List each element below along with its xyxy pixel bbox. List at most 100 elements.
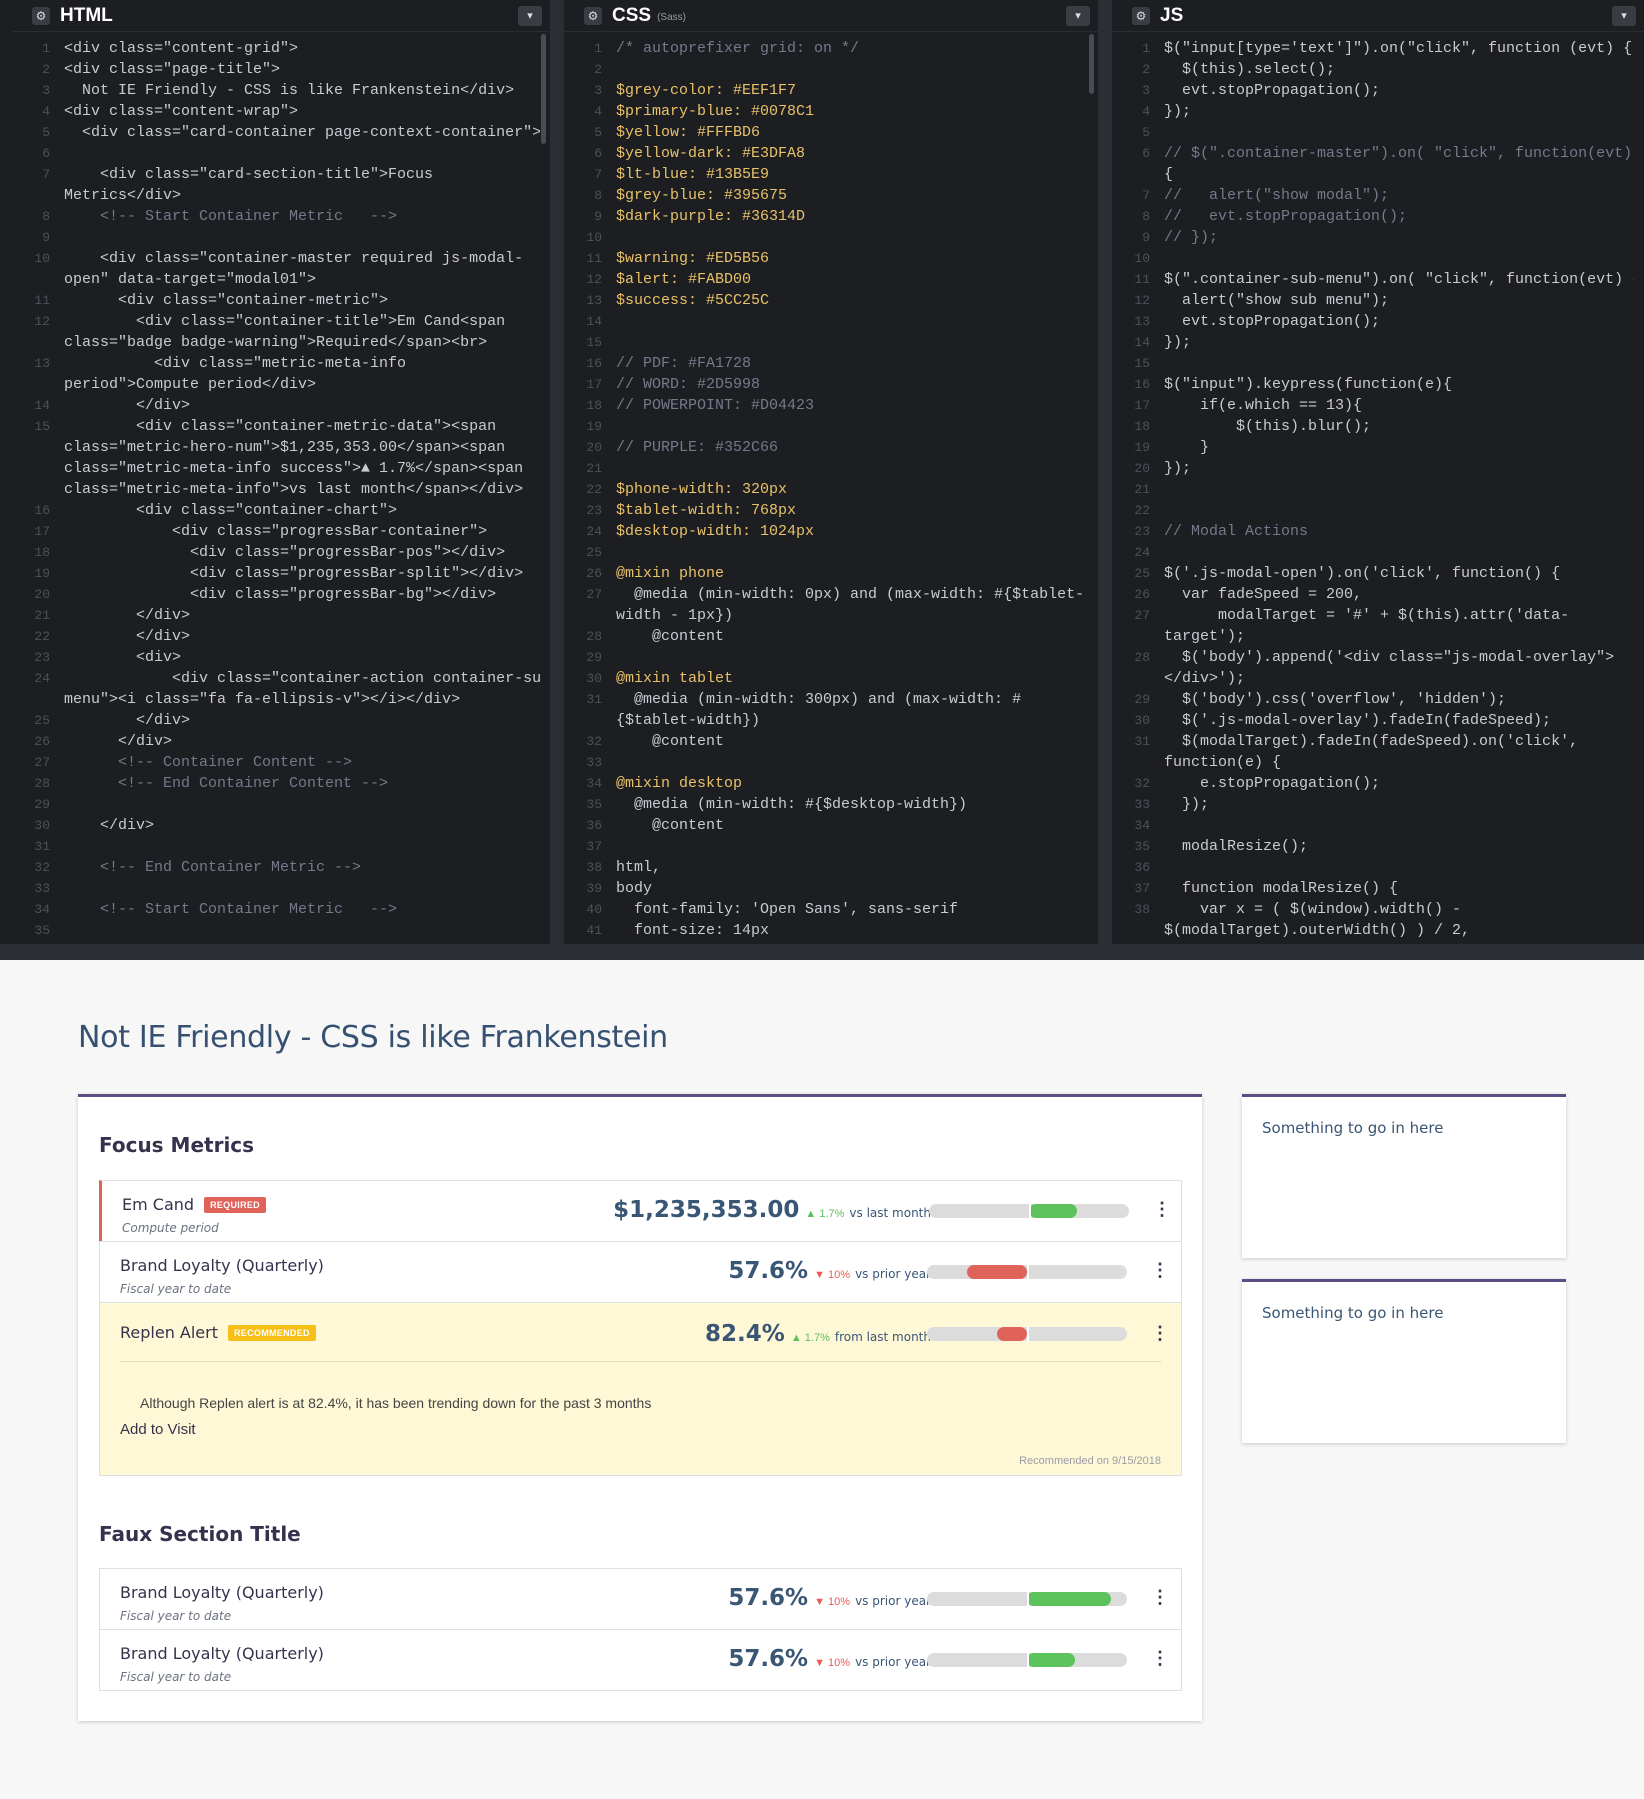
code-line[interactable]: }: [1164, 437, 1634, 458]
chevron-down-icon[interactable]: ▾: [518, 5, 542, 26]
metric-row-brand-loyalty[interactable]: Brand Loyalty (Quarterly) Fiscal year to…: [99, 1568, 1182, 1630]
code-line[interactable]: @mixin tablet: [616, 668, 1088, 689]
code-line[interactable]: // $(".container-master").on( "click", f…: [1164, 143, 1634, 164]
code-line[interactable]: $("input").keypress(function(e){: [1164, 374, 1634, 395]
code-line[interactable]: <div class="page-title">: [64, 59, 540, 80]
code-line[interactable]: <div class="container-metric-data"><span: [64, 416, 540, 437]
code-line[interactable]: @media (min-width: 300px) and (max-width…: [616, 689, 1088, 710]
code-line[interactable]: });: [1164, 101, 1634, 122]
html-editor-pane[interactable]: ⚙ HTML ▾ 1 <div class="content-grid"> 2 <di…: [12, 0, 550, 944]
code-line[interactable]: $('.js-modal-overlay').fadeIn(fadeSpeed)…: [1164, 710, 1634, 731]
code-line[interactable]: $tablet-width: 768px: [616, 500, 1088, 521]
code-line[interactable]: modalTarget = '#' + $(this).attr('data-: [1164, 605, 1634, 626]
code-line[interactable]: @content: [616, 626, 1088, 647]
code-line[interactable]: <!-- End Container Content -->: [64, 773, 540, 794]
ellipsis-v-icon[interactable]: ⋮: [1151, 1648, 1169, 1669]
code-line[interactable]: <div class="progressBar-bg"></div>: [64, 584, 540, 605]
metric-row-em-cand[interactable]: Em Cand REQUIRED Compute period $1,235,3…: [99, 1180, 1182, 1242]
code-line[interactable]: <div class="progressBar-split"></div>: [64, 563, 540, 584]
code-line[interactable]: $lt-blue: #13B5E9: [616, 164, 1088, 185]
code-line[interactable]: <div class="progressBar-pos"></div>: [64, 542, 540, 563]
code-line[interactable]: alert("show sub menu");: [1164, 290, 1634, 311]
chevron-down-icon[interactable]: ▾: [1612, 5, 1636, 26]
js-code-area[interactable]: 1 $("input[type='text']").on("click", fun…: [1112, 38, 1634, 944]
code-line[interactable]: $yellow: #FFFBD6: [616, 122, 1088, 143]
code-line[interactable]: // PURPLE: #352C66: [616, 437, 1088, 458]
code-line[interactable]: // alert("show modal");: [1164, 185, 1634, 206]
code-line[interactable]: $dark-purple: #36314D: [616, 206, 1088, 227]
code-line[interactable]: // });: [1164, 227, 1634, 248]
code-line[interactable]: // WORD: #2D5998: [616, 374, 1088, 395]
code-line[interactable]: Metrics</div>: [64, 185, 540, 206]
code-line[interactable]: $('.js-modal-open').on('click', function…: [1164, 563, 1634, 584]
html-code-area[interactable]: 1 <div class="content-grid"> 2 <div class="…: [12, 38, 540, 944]
code-line[interactable]: class="badge badge-warning">Required</sp…: [64, 332, 540, 353]
code-line[interactable]: <!-- End Container Metric -->: [64, 857, 540, 878]
code-line[interactable]: // POWERPOINT: #D04423: [616, 395, 1088, 416]
pane-divider[interactable]: [1098, 0, 1112, 944]
code-line[interactable]: $grey-blue: #395675: [616, 185, 1088, 206]
code-line[interactable]: <div class="content-wrap">: [64, 101, 540, 122]
code-line[interactable]: target');: [1164, 626, 1634, 647]
ellipsis-v-icon[interactable]: ⋮: [1151, 1260, 1169, 1281]
ellipsis-v-icon[interactable]: ⋮: [1153, 1199, 1171, 1220]
code-line[interactable]: $("input[type='text']").on("click", func…: [1164, 38, 1634, 59]
css-editor-pane[interactable]: ⚙ CSS (Sass) ▾ 1 /* autoprefixer grid: on…: [564, 0, 1098, 944]
code-line[interactable]: </div>: [64, 731, 540, 752]
code-line[interactable]: class="metric-hero-num">$1,235,353.00</s…: [64, 437, 540, 458]
code-line[interactable]: var x = ( $(window).width() -: [1164, 899, 1634, 920]
code-line[interactable]: $primary-blue: #0078C1: [616, 101, 1088, 122]
js-editor-pane[interactable]: ⚙ JS ▾ 1 $("input[type='text']").on("clic…: [1112, 0, 1644, 944]
code-line[interactable]: <div class="card-container page-context-…: [64, 122, 540, 143]
code-line[interactable]: $success: #5CC25C: [616, 290, 1088, 311]
code-line[interactable]: @media (min-width: #{$desktop-width}): [616, 794, 1088, 815]
code-line[interactable]: <div class="container-title">Em Cand<spa…: [64, 311, 540, 332]
code-line[interactable]: <div class="container-action container-s…: [64, 668, 540, 689]
code-line[interactable]: html,: [616, 857, 1088, 878]
code-line[interactable]: class="metric-meta-info success">▲ 1.7%<…: [64, 458, 540, 479]
code-line[interactable]: if(e.which == 13){: [1164, 395, 1634, 416]
gear-icon[interactable]: ⚙: [32, 6, 50, 25]
code-line[interactable]: <div class="container-metric">: [64, 290, 540, 311]
code-line[interactable]: function modalResize() {: [1164, 878, 1634, 899]
code-line[interactable]: <!-- Container Content -->: [64, 752, 540, 773]
code-line[interactable]: modalResize();: [1164, 836, 1634, 857]
code-line[interactable]: $(this).blur();: [1164, 416, 1634, 437]
ellipsis-v-icon[interactable]: ⋮: [1151, 1587, 1169, 1608]
code-line[interactable]: $desktop-width: 1024px: [616, 521, 1088, 542]
code-line[interactable]: e.stopPropagation();: [1164, 773, 1634, 794]
metric-row-brand-loyalty[interactable]: Brand Loyalty (Quarterly) Fiscal year to…: [99, 1629, 1182, 1691]
pane-divider[interactable]: [550, 0, 564, 944]
code-line[interactable]: $warning: #ED5B56: [616, 248, 1088, 269]
code-line[interactable]: <div class="container-master required js…: [64, 248, 540, 269]
code-line[interactable]: <!-- Start Container Metric -->: [64, 206, 540, 227]
code-line[interactable]: var fadeSpeed = 200,: [1164, 584, 1634, 605]
code-line[interactable]: @mixin desktop: [616, 773, 1088, 794]
code-line[interactable]: </div>: [64, 815, 540, 836]
code-line[interactable]: $(modalTarget).fadeIn(fadeSpeed).on('cli…: [1164, 731, 1634, 752]
code-line[interactable]: </div>: [64, 710, 540, 731]
code-line[interactable]: class="metric-meta-info">vs last month</…: [64, 479, 540, 500]
code-line[interactable]: $alert: #FABD00: [616, 269, 1088, 290]
css-code-area[interactable]: 1/* autoprefixer grid: on */2 3 $grey-colo…: [564, 38, 1088, 944]
code-line[interactable]: $('body').append('<div class="js-modal-o…: [1164, 647, 1634, 668]
code-line[interactable]: {$tablet-width}): [616, 710, 1088, 731]
code-line[interactable]: <!-- Start Container Metric -->: [64, 899, 540, 920]
code-line[interactable]: Not IE Friendly - CSS is like Frankenste…: [64, 80, 540, 101]
code-line[interactable]: body: [616, 878, 1088, 899]
code-line[interactable]: });: [1164, 458, 1634, 479]
metric-row-brand-loyalty[interactable]: Brand Loyalty (Quarterly) Fiscal year to…: [99, 1241, 1182, 1303]
code-line[interactable]: font-size: 14px: [616, 920, 1088, 941]
code-line[interactable]: @mixin phone: [616, 563, 1088, 584]
code-line[interactable]: $yellow-dark: #E3DFA8: [616, 143, 1088, 164]
code-line[interactable]: // evt.stopPropagation();: [1164, 206, 1634, 227]
code-line[interactable]: });: [1164, 794, 1634, 815]
code-line[interactable]: $phone-width: 320px: [616, 479, 1088, 500]
code-line[interactable]: </div>');: [1164, 668, 1634, 689]
code-line[interactable]: width - 1px}): [616, 605, 1088, 626]
code-line[interactable]: {: [1164, 164, 1634, 185]
code-line[interactable]: <div class="progressBar-container">: [64, 521, 540, 542]
code-line[interactable]: <div class="metric-meta-info: [64, 353, 540, 374]
gear-icon[interactable]: ⚙: [1132, 6, 1150, 25]
code-line[interactable]: $('body').css('overflow', 'hidden');: [1164, 689, 1634, 710]
